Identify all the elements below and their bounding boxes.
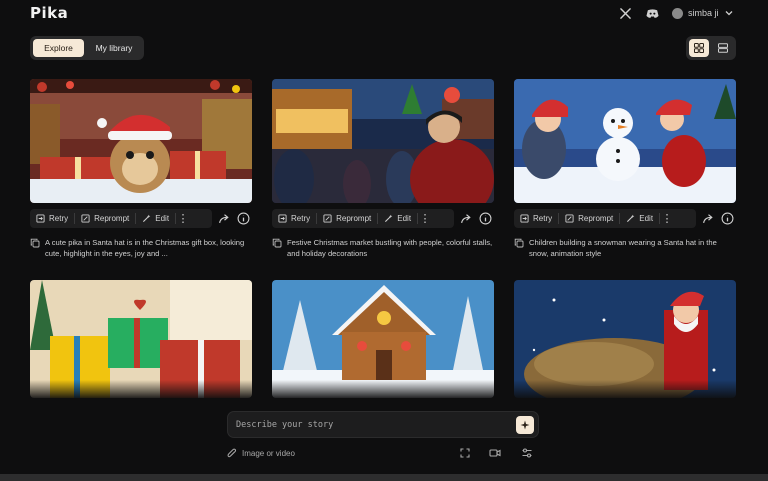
retry-label: Retry [291,214,311,223]
expand-icon[interactable] [458,446,472,460]
bottom-strip [0,474,768,481]
more-options-icon[interactable]: ⋮ [660,209,674,228]
user-name: simba ji [688,8,719,18]
info-icon[interactable] [237,212,250,225]
chevron-down-icon [725,11,732,16]
app-logo[interactable]: Pika [30,4,68,22]
grid-view-icon[interactable] [689,39,709,57]
copy-icon[interactable] [30,238,40,248]
more-options-icon[interactable]: ⋮ [176,209,190,228]
share-icon[interactable] [460,212,473,225]
magic-wand-icon [143,214,151,223]
retry-icon [36,214,45,223]
prompt-text: Festive Christmas market bustling with p… [287,238,493,258]
video-thumbnail[interactable] [272,79,494,203]
prompt-text: A cute pika in Santa hat is in the Chris… [45,238,245,258]
edit-button[interactable]: Edit [136,209,175,228]
view-toggle [686,36,736,60]
reprompt-button[interactable]: Reprompt [75,209,135,228]
discord-icon[interactable] [644,5,660,21]
user-menu[interactable]: simba ji [672,4,734,22]
pencil-square-icon [323,214,332,223]
tab-explore[interactable]: Explore [33,39,84,57]
copy-icon[interactable] [272,238,282,248]
video-thumbnail[interactable] [514,79,736,203]
edit-button[interactable]: Edit [378,209,417,228]
card-actions: Retry Reprompt Edit ⋮ [30,209,252,228]
generate-button[interactable] [516,416,534,434]
story-input[interactable] [236,417,506,433]
share-icon[interactable] [702,212,715,225]
settings-sliders-icon[interactable] [520,446,534,460]
card-prompt: Festive Christmas market bustling with p… [272,237,494,259]
retry-button[interactable]: Retry [272,209,316,228]
x-logo-icon[interactable] [617,5,633,21]
share-icon[interactable] [218,212,231,225]
edit-label: Edit [397,214,412,223]
library-tabs: Explore My library [30,36,144,60]
reprompt-label: Reprompt [336,214,372,223]
attach-image-button[interactable]: Image or video [227,446,295,460]
attach-label: Image or video [242,448,295,458]
reprompt-button[interactable]: Reprompt [317,209,377,228]
reprompt-button[interactable]: Reprompt [559,209,619,228]
retry-icon [520,214,529,223]
top-bar: Pika simba ji [0,0,768,26]
copy-icon[interactable] [514,238,524,248]
video-thumbnail[interactable] [30,79,252,203]
reprompt-label: Reprompt [578,214,614,223]
card-actions: Retry Reprompt Edit ⋮ [272,209,494,228]
tab-my-library[interactable]: My library [88,39,140,57]
edit-button[interactable]: Edit [620,209,659,228]
card-prompt: A cute pika in Santa hat is in the Chris… [30,237,252,259]
retry-label: Retry [49,214,69,223]
camera-icon[interactable] [488,446,502,460]
card-action-group: Retry Reprompt Edit ⋮ [272,209,454,228]
retry-label: Retry [533,214,553,223]
pencil-square-icon [565,214,574,223]
card-action-group: Retry Reprompt Edit ⋮ [514,209,696,228]
retry-button[interactable]: Retry [514,209,558,228]
retry-icon [278,214,287,223]
info-icon[interactable] [479,212,492,225]
avatar [672,7,683,19]
list-view-icon[interactable] [713,39,733,57]
edit-label: Edit [155,214,170,223]
magic-wand-icon [385,214,393,223]
prompt-text: Children building a snowman wearing a Sa… [529,238,717,258]
prompt-composer [227,411,539,438]
card-actions: Retry Reprompt Edit ⋮ [514,209,736,228]
pencil-square-icon [81,214,90,223]
reprompt-label: Reprompt [94,214,130,223]
retry-button[interactable]: Retry [30,209,74,228]
card-prompt: Children building a snowman wearing a Sa… [514,237,736,259]
info-icon[interactable] [721,212,734,225]
card-action-group: Retry Reprompt Edit ⋮ [30,209,212,228]
sparkle-icon [520,420,530,430]
magic-wand-icon [627,214,635,223]
edit-label: Edit [639,214,654,223]
more-options-icon[interactable]: ⋮ [418,209,432,228]
paperclip-icon [227,448,237,457]
